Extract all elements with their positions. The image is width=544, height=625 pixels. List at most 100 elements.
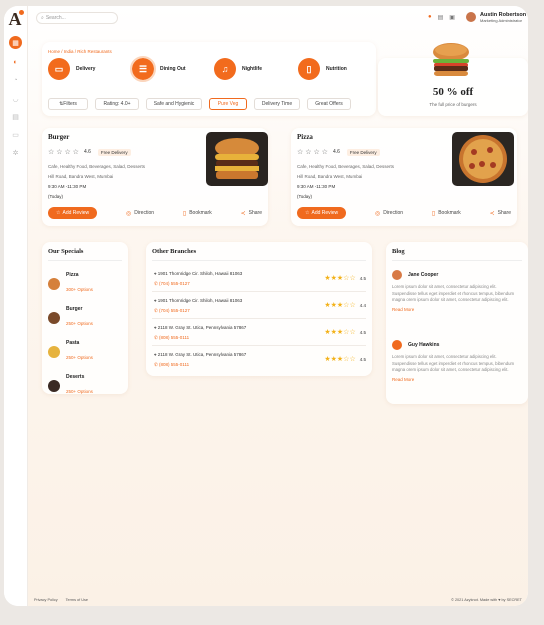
branch-row[interactable]: ⌖ 2118 W. Gray St. Utica, Pennsylvania 5… (152, 347, 366, 373)
blog-post: Jane Cooper Lorem ipsum dolor sit amet, … (392, 270, 522, 312)
branch-address: 1901 Thornridge Cir. Shiloh, Hawaii 8106… (157, 298, 243, 303)
branch-rating: 4.5 (359, 356, 366, 362)
filter-great-offers[interactable]: Great Offers (307, 98, 351, 110)
promo-card[interactable]: 50 % off The full price of burgers (378, 43, 528, 116)
special-item[interactable]: Pasta 250+ Options (48, 340, 93, 364)
category-label: Dining Out (160, 66, 186, 72)
branch-rating: 4.5 (359, 329, 366, 335)
restaurant-card[interactable]: Burger ☆ ☆ ☆ ☆ 4.6 Free Delivery Cafe, Hea… (42, 128, 268, 226)
search-placeholder: Search... (45, 15, 66, 21)
category-nightlife[interactable]: ♫ Nightlife (214, 58, 262, 80)
branch-stars: ★★★☆☆ 4.5 (324, 275, 366, 282)
chart-icon[interactable]: ◔ (9, 74, 22, 87)
dining-icon: ☰ (130, 56, 156, 82)
star-icon: ☆ (305, 210, 310, 216)
filter-rating[interactable]: Rating: 4.0+ (95, 98, 139, 110)
direction-button[interactable]: ◎ Direction (126, 210, 154, 217)
rating-stars: ☆ ☆ ☆ ☆ 4.6 Free Delivery (48, 148, 131, 156)
blog-title: Blog (392, 248, 405, 255)
read-more-link[interactable]: Read More (392, 377, 522, 382)
restaurant-address: Hill Road, Bandra West, Mumbai (297, 174, 363, 179)
button-label: Share (497, 210, 511, 216)
avatar[interactable] (466, 12, 476, 22)
share-button[interactable]: ≺ Share (490, 210, 511, 217)
category-dining-out[interactable]: ☰ Dining Out (130, 56, 186, 82)
app-logo[interactable]: A (5, 9, 25, 29)
special-item[interactable]: Deserts 250+ Options (48, 374, 93, 398)
branch-stars: ★★★☆☆ 4.4 (324, 302, 366, 309)
cart-icon[interactable]: ▣ (449, 14, 455, 21)
branch-row[interactable]: ⌖ 1901 Thornridge Cir. Shiloh, Hawaii 81… (152, 293, 366, 319)
direction-button[interactable]: ◎ Direction (375, 210, 403, 217)
pasta-thumb (48, 346, 60, 358)
restaurant-tags: Cafe, Healthy Food, Beverages, Salad, De… (48, 164, 146, 169)
user-role: Marketing Administrator (480, 18, 523, 23)
dessert-thumb (48, 380, 60, 392)
share-icon: ≺ (489, 210, 495, 217)
filter-label: Filters (63, 101, 77, 107)
button-label: Direction (383, 210, 404, 216)
star-icon: ☆ (56, 210, 61, 216)
post-text: Lorem ipsum dolor sit amet, consectetur … (392, 284, 515, 302)
mail-icon[interactable]: ▤ (438, 14, 444, 21)
button-label: Bookmark (189, 210, 212, 216)
truck-icon: ▭ (48, 58, 70, 80)
copyright: © 2021 Azyknot. Made with ♥ by SECRET (451, 598, 522, 602)
share-button[interactable]: ≺ Share (241, 210, 262, 217)
star-icon: ☆ ☆ ☆ ☆ (48, 149, 79, 156)
branch-row[interactable]: ⌖ 1901 Thornridge Cir. Shiloh, Hawaii 81… (152, 266, 366, 292)
compass-icon: ◎ (375, 210, 381, 217)
restaurant-hours: 9:30 AM -11:30 PM (48, 184, 87, 189)
read-more-link[interactable]: Read More (392, 307, 522, 312)
bookmark-icon: ▯ (182, 210, 187, 217)
topbar-icons: ● ▤ ▣ (428, 14, 455, 21)
category-nutrition[interactable]: ▯ Nutrition (298, 58, 347, 80)
special-options: 250+ Options (66, 389, 93, 394)
pizza-thumb (48, 278, 60, 290)
restaurant-card[interactable]: Pizza ☆ ☆ ☆ ☆ 4.6 Free Delivery Cafe, Heal… (291, 128, 517, 226)
bookmark-button[interactable]: ▯ Bookmark (183, 210, 212, 217)
restaurant-actions: ☆ Add Review ◎ Direction ▯ Bookmark ≺ Share (48, 207, 262, 219)
bowl-icon[interactable]: ◡ (9, 92, 22, 105)
privacy-link[interactable]: Privacy Policy (34, 598, 58, 602)
pizza-icon[interactable]: ◐ (9, 56, 22, 69)
burger-image (433, 43, 469, 76)
category-label: Nightlife (242, 66, 262, 72)
category-delivery[interactable]: ▭ Delivery (48, 58, 95, 80)
special-item[interactable]: Pizza 300+ Options (48, 272, 93, 296)
bell-icon[interactable]: ● (428, 14, 432, 21)
wallet-icon[interactable]: ▭ (9, 128, 22, 141)
bookmark-icon: ▯ (431, 210, 436, 217)
search-icon: ⌕ (41, 15, 44, 21)
settings-icon[interactable]: ✲ (9, 146, 22, 159)
blog-post: Guy Hawkins Lorem ipsum dolor sit amet, … (392, 340, 522, 382)
filter-safe[interactable]: Safe and Hygienic (146, 98, 202, 110)
branch-address: 1901 Thornridge Cir. Shiloh, Hawaii 8106… (157, 271, 243, 276)
branch-row[interactable]: ⌖ 2118 W. Gray St. Utica, Pennsylvania 5… (152, 320, 366, 346)
restaurant-address: Hill Road, Bandra West, Mumbai (48, 174, 114, 179)
filter-bar: ⇅ Filters Rating: 4.0+ Safe and Hygienic… (48, 98, 351, 110)
file-icon[interactable]: ▤ (9, 110, 22, 123)
burger-photo (206, 132, 268, 186)
add-review-button[interactable]: ☆ Add Review (297, 207, 347, 219)
restaurant-day: (Today) (297, 194, 313, 199)
filter-pure-veg[interactable]: Pure Veg (209, 98, 247, 110)
restaurant-name[interactable]: Burger (48, 133, 69, 141)
grid-icon[interactable]: ▦ (9, 36, 22, 49)
special-item[interactable]: Burger 250+ Options (48, 306, 93, 330)
filters-button[interactable]: ⇅ Filters (48, 98, 88, 110)
special-name: Burger (66, 306, 83, 312)
branch-phone: (808) 555-0111 (159, 362, 190, 367)
branches-card: Other Branches ⌖ 1901 Thornridge Cir. Sh… (146, 242, 372, 376)
star-icon: ☆ ☆ ☆ ☆ (297, 149, 328, 156)
filter-delivery-time[interactable]: Delivery Time (254, 98, 300, 110)
branch-address: 2118 W. Gray St. Utica, Pennsylvania 578… (157, 352, 247, 357)
terms-link[interactable]: Terms of Use (66, 598, 88, 602)
restaurant-name[interactable]: Pizza (297, 133, 313, 141)
add-review-button[interactable]: ☆ Add Review (48, 207, 98, 219)
bookmark-button[interactable]: ▯ Bookmark (432, 210, 461, 217)
breadcrumb[interactable]: Home / India / Rich Restaurants (48, 49, 112, 54)
user-info[interactable]: Austin Robertson Marketing Administrator (480, 12, 526, 24)
search-input[interactable]: ⌕ Search... (36, 12, 118, 24)
sidebar: A ▦ ◐ ◔ ◡ ▤ ▭ ✲ (4, 6, 28, 606)
